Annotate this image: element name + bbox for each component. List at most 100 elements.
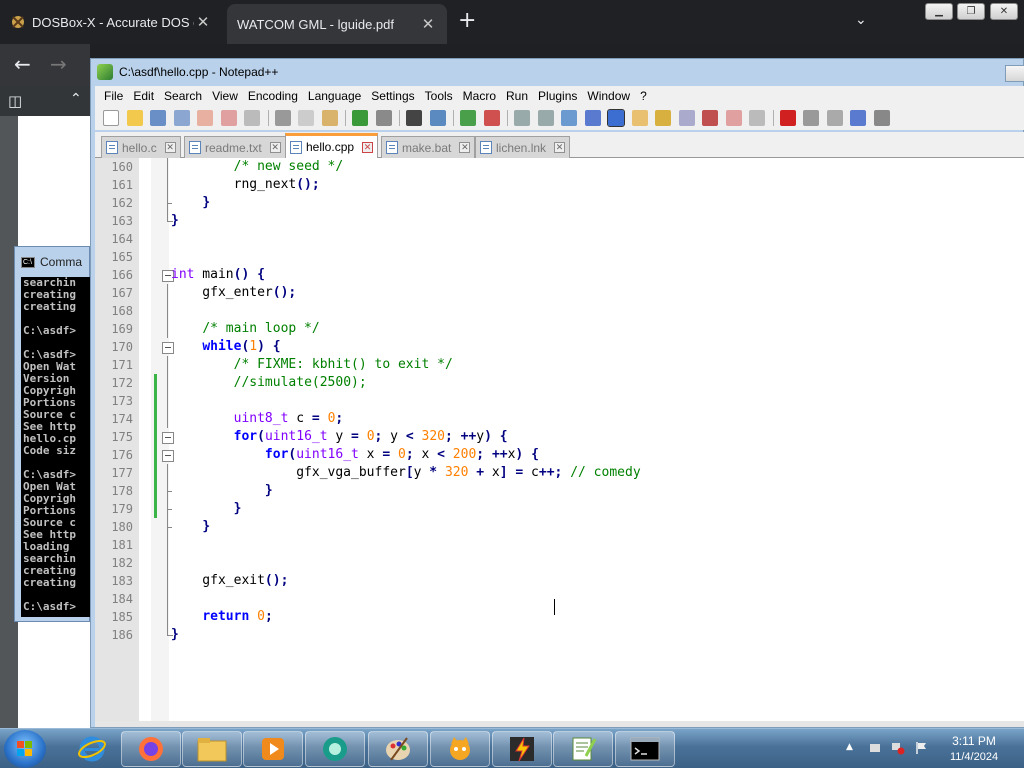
code-line[interactable]: 168 (95, 302, 1024, 320)
menu-file[interactable]: File (99, 89, 128, 103)
code-line[interactable]: 169 /* main loop */ (95, 320, 1024, 338)
code-line[interactable]: 160 /* new seed */ (95, 158, 1024, 176)
horizontal-scrollbar[interactable] (95, 721, 1024, 727)
taskbar-command-prompt[interactable] (615, 731, 675, 767)
menu-view[interactable]: View (207, 89, 243, 103)
tab-lichen-lnk[interactable]: lichen.lnk ✕ (475, 136, 571, 158)
menu-encoding[interactable]: Encoding (243, 89, 303, 103)
maximize-button[interactable]: ❐ (957, 3, 985, 20)
save-macro-icon[interactable] (873, 110, 890, 126)
new-tab-button[interactable]: + (458, 10, 476, 32)
doc-map-icon[interactable] (655, 110, 671, 126)
undo-icon[interactable] (352, 110, 368, 126)
code-line[interactable]: 179 } (95, 500, 1024, 518)
system-clock[interactable]: 3:11 PM 11/4/2024 (934, 733, 1014, 765)
close-file-icon[interactable] (197, 110, 213, 126)
monitoring-icon[interactable] (725, 110, 742, 126)
code-line[interactable]: 177 gfx_vga_buffer[y * 320 + x] = c++; /… (95, 464, 1024, 482)
taskbar-internet-explorer[interactable] (62, 731, 122, 767)
tab-close-icon[interactable]: ✕ (164, 142, 176, 153)
code-line[interactable]: 175 for(uint16_t y = 0; y < 320; ++y) { (95, 428, 1024, 446)
save-icon[interactable] (150, 110, 166, 126)
code-line[interactable]: 165 (95, 248, 1024, 266)
code-line[interactable]: 173 (95, 392, 1024, 410)
code-line[interactable]: 167 gfx_enter(); (95, 284, 1024, 302)
cmd-titlebar[interactable]: C:\ Comma (21, 255, 82, 269)
taskbar-media-player[interactable] (243, 731, 303, 767)
forward-arrow-icon[interactable]: → (50, 52, 67, 76)
paste-icon[interactable] (321, 110, 338, 126)
taskbar-firefox[interactable] (121, 731, 181, 767)
show-all-chars-icon[interactable] (584, 110, 601, 126)
code-line[interactable]: 184 (95, 590, 1024, 608)
code-line[interactable]: 182 (95, 554, 1024, 572)
code-line[interactable]: 162 } (95, 194, 1024, 212)
code-line[interactable]: 172 //simulate(2500); (95, 374, 1024, 392)
language-icon[interactable] (631, 110, 648, 126)
taskbar-winamp[interactable] (492, 731, 552, 767)
play-macro-icon[interactable] (826, 110, 843, 126)
sync-horizontal-icon[interactable] (537, 110, 554, 126)
close-all-icon[interactable] (220, 110, 237, 126)
redo-icon[interactable] (375, 110, 392, 126)
close-button[interactable]: ✕ (990, 3, 1018, 20)
code-line[interactable]: 176 for(uint16_t x = 0; x < 200; ++x) { (95, 446, 1024, 464)
copy-icon[interactable] (298, 110, 314, 126)
code-line[interactable]: 178 } (95, 482, 1024, 500)
flag-notification-icon[interactable] (914, 741, 928, 755)
code-line[interactable]: 163} (95, 212, 1024, 230)
command-prompt-window[interactable]: C:\ Comma searchin creating creating C:\… (14, 246, 91, 622)
show-hidden-icons-icon[interactable]: ▲ (846, 742, 853, 752)
run-macro-multiple-icon[interactable] (850, 110, 866, 126)
sync-vertical-icon[interactable] (514, 110, 530, 126)
menu-edit[interactable]: Edit (128, 89, 159, 103)
tab-close-icon[interactable]: ✕ (554, 142, 566, 153)
tab-close-icon[interactable]: ✕ (419, 15, 437, 33)
sidebar-toggle-icon[interactable]: ◫ (8, 92, 22, 110)
taskbar-scratch[interactable] (430, 731, 490, 767)
tab-readme-txt[interactable]: readme.txt ✕ (184, 136, 286, 158)
code-line[interactable]: 186} (95, 626, 1024, 644)
menu-language[interactable]: Language (303, 89, 366, 103)
tab-close-icon[interactable]: ✕ (269, 142, 281, 153)
eye-icon[interactable] (749, 110, 765, 126)
zoom-out-icon[interactable] (483, 110, 500, 126)
browser-tab-watcom[interactable]: WATCOM GML - lguide.pdf ✕ (227, 4, 447, 44)
chevron-up-icon[interactable]: ⌃ (70, 91, 82, 107)
menu-search[interactable]: Search (159, 89, 207, 103)
menu-macro[interactable]: Macro (458, 89, 501, 103)
browser-tab-dosbox[interactable]: DOSBox-X - Accurate DOS emu ✕ (0, 0, 222, 44)
find-icon[interactable] (406, 110, 422, 126)
back-arrow-icon[interactable]: ← (14, 52, 31, 76)
code-line[interactable]: 171 /* FIXME: kbhit() to exit */ (95, 356, 1024, 374)
tab-hello-c[interactable]: hello.c ✕ (101, 136, 181, 158)
taskbar-paint[interactable] (368, 731, 428, 767)
device-tray-icon[interactable] (868, 741, 882, 755)
taskbar-app[interactable] (305, 731, 365, 767)
menu-window[interactable]: Window (582, 89, 635, 103)
menu-tools[interactable]: Tools (420, 89, 458, 103)
function-list-icon[interactable] (678, 110, 695, 126)
code-editor[interactable]: 160 /* new seed */161 rng_next(); 162 } 16… (95, 158, 1024, 721)
taskbar-notepad-plus-plus[interactable] (553, 731, 613, 767)
code-line[interactable]: 185 return 0; (95, 608, 1024, 626)
minimize-button[interactable] (1005, 65, 1024, 82)
code-line[interactable]: 180 } (95, 518, 1024, 536)
code-line[interactable]: 166 int main() { (95, 266, 1024, 284)
menu-settings[interactable]: Settings (366, 89, 419, 103)
folder-workspace-icon[interactable] (702, 110, 718, 126)
replace-icon[interactable] (429, 110, 446, 126)
network-error-icon[interactable] (891, 741, 905, 755)
record-macro-icon[interactable] (779, 110, 796, 126)
stop-macro-icon[interactable] (803, 110, 819, 126)
code-line[interactable]: 170 while(1) { (95, 338, 1024, 356)
zoom-in-icon[interactable] (460, 110, 476, 126)
menu-run[interactable]: Run (501, 89, 533, 103)
tab-make-bat[interactable]: make.bat ✕ (381, 136, 476, 158)
tab-close-icon[interactable]: ✕ (362, 141, 374, 153)
save-all-icon[interactable] (173, 110, 190, 126)
new-file-icon[interactable] (103, 110, 119, 126)
code-line[interactable]: 164 (95, 230, 1024, 248)
code-line[interactable]: 174 uint8_t c = 0; (95, 410, 1024, 428)
menu-plugins[interactable]: Plugins (533, 89, 582, 103)
